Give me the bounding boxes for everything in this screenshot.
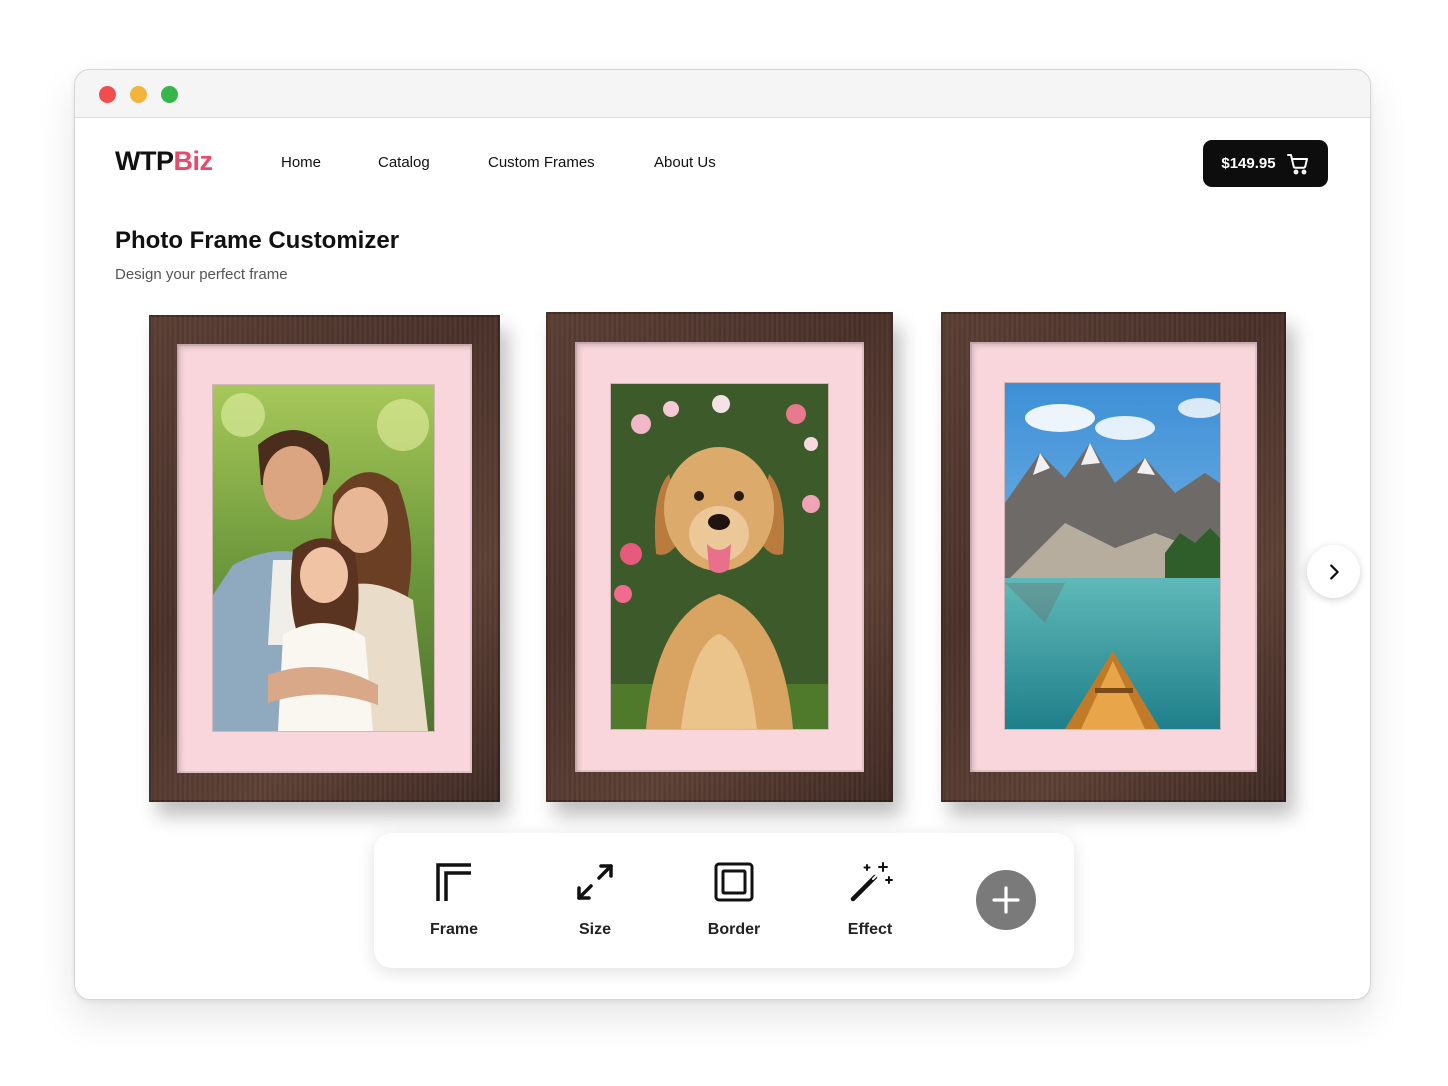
frame-corner-icon xyxy=(436,863,471,901)
customizer-toolbar: Frame Size Border Effect xyxy=(374,833,1074,968)
frame-mat xyxy=(575,342,864,772)
add-option-button[interactable] xyxy=(976,870,1036,930)
nav-link-catalog[interactable]: Catalog xyxy=(378,154,430,171)
photo-frame-lake[interactable] xyxy=(941,312,1286,802)
size-tool-label: Size xyxy=(578,921,611,938)
brand-logo[interactable]: WTPBiz xyxy=(115,146,213,177)
nav-link-home[interactable]: Home xyxy=(281,154,321,171)
brand-logo-accent: Biz xyxy=(173,146,214,176)
frame-mat xyxy=(970,342,1257,772)
photo-frame-family[interactable] xyxy=(149,315,500,802)
resize-arrows-icon xyxy=(577,864,613,900)
mountain-lake-photo xyxy=(1005,383,1220,729)
brand-logo-main: WTP xyxy=(115,146,174,176)
minimize-window-dot[interactable] xyxy=(130,86,147,103)
chevron-right-icon xyxy=(1329,563,1339,580)
page-title: Photo Frame Customizer xyxy=(115,227,400,254)
browser-window: WTPBiz Home Catalog Custom Frames About … xyxy=(74,69,1371,1000)
close-window-dot[interactable] xyxy=(99,86,116,103)
border-square-icon xyxy=(714,862,754,902)
page-subtitle: Design your perfect frame xyxy=(115,266,288,283)
window-titlebar xyxy=(75,70,1370,118)
cart-icon xyxy=(1286,153,1308,174)
frame-mat xyxy=(177,344,472,773)
effect-tool-button[interactable]: Effect xyxy=(820,859,920,949)
border-tool-button[interactable]: Border xyxy=(684,859,784,949)
cart-total: $149.95 xyxy=(1221,155,1276,172)
nav-link-about-us[interactable]: About Us xyxy=(654,154,716,171)
frame-tool-label: Frame xyxy=(429,921,479,938)
nav-link-custom-frames[interactable]: Custom Frames xyxy=(488,154,595,171)
maximize-window-dot[interactable] xyxy=(161,86,178,103)
size-tool-button[interactable]: Size xyxy=(545,859,645,949)
photo-frame-dog[interactable] xyxy=(546,312,893,802)
border-tool-label: Border xyxy=(707,921,761,938)
magic-wand-icon xyxy=(850,862,893,902)
family-photo xyxy=(213,385,434,731)
frame-tool-button[interactable]: Frame xyxy=(404,859,504,949)
cart-button[interactable]: $149.95 xyxy=(1203,140,1328,187)
dog-photo xyxy=(611,384,828,729)
plus-icon xyxy=(992,886,1020,914)
effect-tool-label: Effect xyxy=(847,921,893,938)
carousel-next-button[interactable] xyxy=(1307,545,1360,598)
